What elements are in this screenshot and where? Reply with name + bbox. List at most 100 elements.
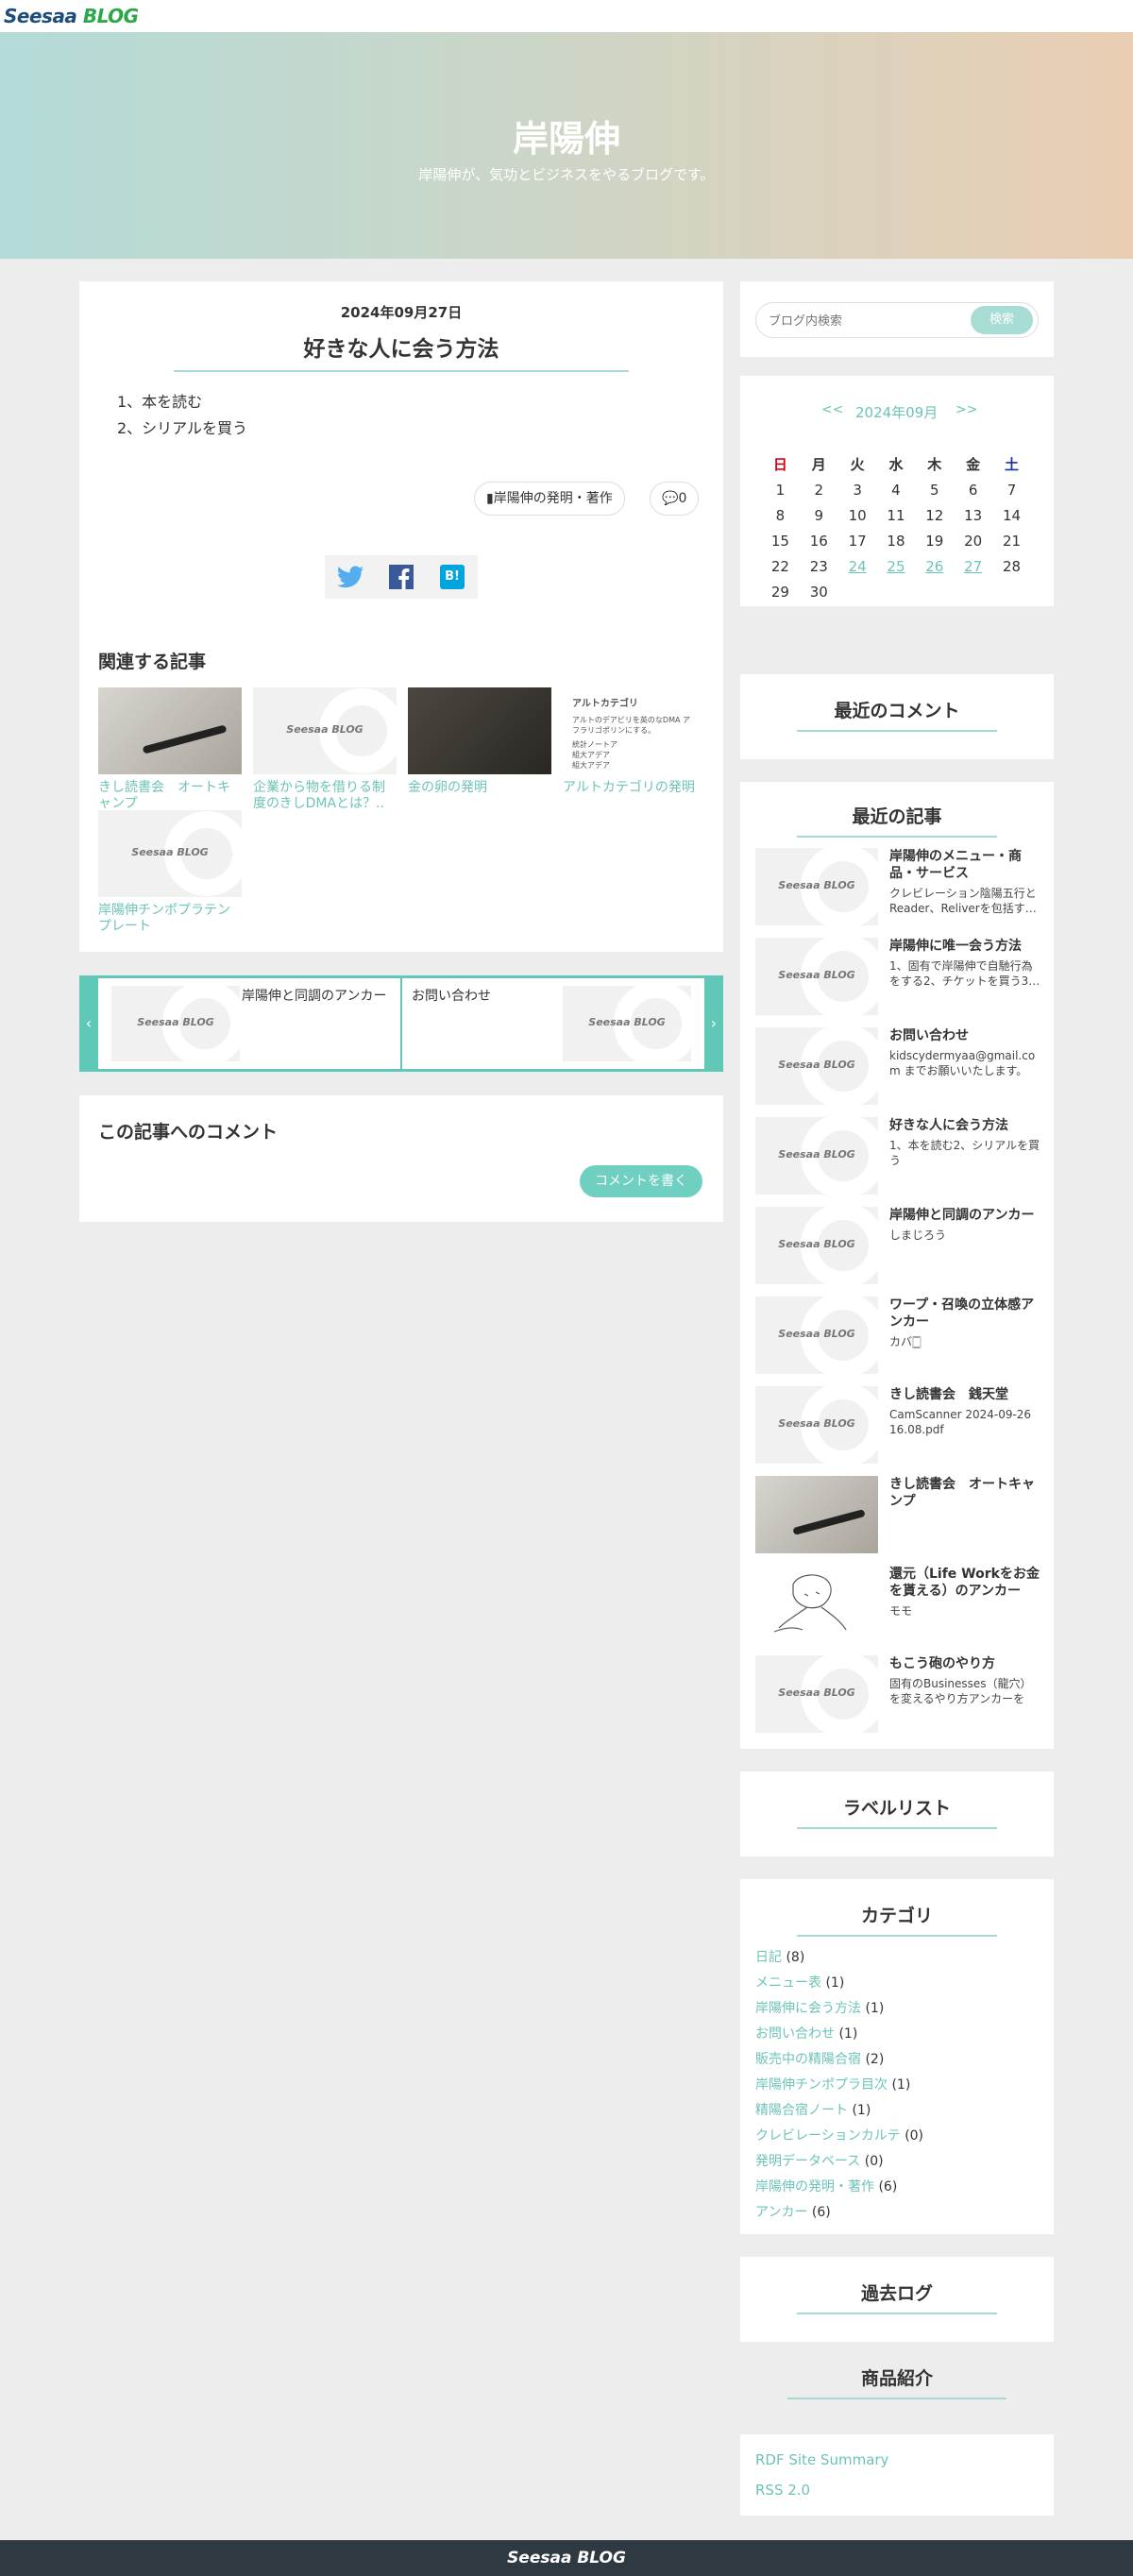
categories-heading: カテゴリ (797, 1902, 997, 1937)
calendar-day: 9 (814, 506, 824, 524)
next-arrow-button[interactable]: › (704, 975, 723, 1072)
calendar-month[interactable]: 2024年09月 (855, 402, 938, 422)
hatena-icon: B! (440, 565, 465, 589)
category-link[interactable]: 岸陽伸チンポプラ目次 (755, 2077, 888, 2093)
related-item[interactable]: Seesaa BLOG 岸陽伸チンポプラテンプレート (98, 810, 242, 935)
category-link[interactable]: 岸陽伸に会う方法 (755, 2001, 861, 2016)
weekday-saturday: 土 (1005, 456, 1020, 473)
related-thumbnail (408, 687, 551, 774)
footer-logo[interactable]: Seesaa BLOG (507, 2549, 626, 2568)
write-comment-button[interactable]: コメントを書く (580, 1165, 702, 1197)
calendar-day-link[interactable]: 24 (838, 553, 877, 579)
calendar-card: << 2024年09月 >> 日 月 火 水 木 金 土 1234567 891… (740, 376, 1054, 606)
related-item[interactable]: きし読書会 オートキャンプ (98, 687, 242, 812)
prev-article-link[interactable]: Seesaa BLOG 岸陽伸と同調のアンカー (98, 978, 400, 1069)
hatena-bookmark-button[interactable]: B! (427, 555, 478, 599)
recent-article-excerpt: CamScanner 2024-09-26 16.08.pdf (889, 1408, 1032, 1436)
calendar-day: 14 (1002, 506, 1022, 524)
calendar-day: 28 (1002, 557, 1022, 575)
recent-article[interactable]: Seesaa BLOG 岸陽伸と同調のアンカー しまじろう (755, 1207, 1039, 1286)
category-count: (0) (905, 2128, 924, 2144)
recent-articles-card: 最近の記事 Seesaa BLOG 岸陽伸のメニュー・商品・サービス クレビレー… (740, 782, 1054, 1749)
category-link[interactable]: クレビレーションカルテ (755, 2128, 901, 2144)
facebook-share-button[interactable] (376, 555, 427, 599)
category-count: (1) (891, 2077, 911, 2093)
calendar-day (838, 579, 877, 604)
category-link[interactable]: アンカー (755, 2205, 807, 2220)
category-item: お問い合わせ (1) (755, 2022, 923, 2047)
blog-title[interactable]: 岸陽伸 (0, 110, 1133, 161)
recent-article-title: 還元（Life Workをお金を貰える）のアンカー (889, 1567, 1040, 1599)
comment-count-button[interactable]: 💬0 (650, 482, 700, 516)
calendar-week: 8 9 10 11 12 13 14 (761, 502, 1031, 528)
search-button[interactable]: 検索 (971, 306, 1033, 334)
recent-article-thumbnail: Seesaa BLOG (755, 848, 878, 925)
category-count: (6) (878, 2179, 898, 2195)
article-title[interactable]: 好きな人に会う方法 (174, 330, 629, 372)
recent-article[interactable]: Seesaa BLOG きし読書会 銭天堂 CamScanner 2024-09… (755, 1386, 1039, 1466)
recent-article-thumbnail: Seesaa BLOG (755, 1117, 878, 1195)
next-article-link[interactable]: お問い合わせ Seesaa BLOG (402, 978, 704, 1069)
search-input[interactable] (769, 308, 939, 332)
related-item[interactable]: 金の卵の発明 (408, 687, 551, 796)
related-item[interactable]: Seesaa BLOG 企業から物を借りる制度のきしDMAとは？.. (253, 687, 397, 812)
comment-icon: 💬 (662, 491, 679, 506)
seesaa-logo[interactable]: Seesaa BLOG (4, 5, 139, 27)
article-line: 2、シリアルを買う (117, 419, 248, 437)
category-count: (0) (864, 2154, 884, 2169)
category-count: (2) (865, 2052, 885, 2067)
recent-article-title: ワープ・召喚の立体感アンカー (889, 1297, 1035, 1330)
related-thumbnail (98, 687, 242, 774)
top-bar: Seesaa BLOG (0, 0, 1133, 32)
category-link[interactable]: 発明データベース (755, 2154, 860, 2169)
calendar-day: 10 (848, 506, 867, 524)
category-link[interactable]: 岸陽伸の発明・著作 (755, 2179, 874, 2195)
comments-card: この記事へのコメント コメントを書く (79, 1095, 723, 1222)
related-caption: 金の卵の発明 (408, 780, 487, 795)
category-item: クレビレーションカルテ (0) (755, 2124, 923, 2149)
article-body: 1、本を読む 2、シリアルを買う (117, 389, 247, 442)
calendar-day: 18 (887, 532, 905, 550)
category-link[interactable]: お問い合わせ (755, 2026, 835, 2042)
category-link[interactable]: 精陽合宿ノート (755, 2103, 848, 2118)
calendar-day-link[interactable]: 27 (954, 553, 992, 579)
prev-article-thumbnail: Seesaa BLOG (111, 986, 240, 1061)
related-item[interactable]: アルトカテゴリ アルトのデアビリを英のなDMA アフラリゴポリンにする。 統計ノ… (563, 687, 706, 796)
recent-article[interactable]: Seesaa BLOG 好きな人に会う方法 1、本を読む2、シリアルを買う (755, 1117, 1040, 1196)
category-link[interactable]: メニュー表 (755, 1975, 821, 1991)
facebook-icon (389, 565, 414, 589)
recent-article-thumbnail: Seesaa BLOG (755, 1386, 878, 1464)
recent-article-title: お問い合わせ (889, 1028, 969, 1043)
article-pager: ‹ Seesaa BLOG 岸陽伸と同調のアンカー お問い合わせ Seesaa … (79, 975, 723, 1072)
rss-feed-link[interactable]: RSS 2.0 (755, 2482, 810, 2499)
category-link[interactable]: 日記 (755, 1950, 782, 1965)
calendar-day-link[interactable]: 26 (915, 553, 954, 579)
category-link[interactable]: 販売中の精陽合宿 (755, 2052, 861, 2067)
recent-article[interactable]: 還元（Life Workをお金を貰える）のアンカー モモ (755, 1566, 1040, 1645)
calendar-next-button[interactable]: >> (955, 402, 977, 417)
recent-article-thumbnail: Seesaa BLOG (755, 938, 878, 1015)
category-count: (1) (865, 2001, 885, 2016)
calendar-day: 13 (964, 506, 983, 524)
recent-article[interactable]: Seesaa BLOG 岸陽伸に唯一会う方法 1、固有で岸陽伸で自馳行為をする2… (755, 938, 1040, 1017)
rdf-feed-link[interactable]: RDF Site Summary (755, 2451, 888, 2468)
recent-article[interactable]: Seesaa BLOG お問い合わせ kidscydermyaa@gmail.c… (755, 1027, 1039, 1107)
calendar-day: 7 (1006, 481, 1017, 499)
category-tag[interactable]: ▮岸陽伸の発明・著作 (474, 482, 625, 516)
prev-arrow-button[interactable]: ‹ (79, 975, 98, 1072)
calendar-day: 5 (930, 481, 939, 499)
calendar-prev-button[interactable]: << (821, 402, 843, 417)
blog-header: 岸陽伸 岸陽伸が、気功とビジネスをやるブログです。 (0, 32, 1133, 259)
recent-article[interactable]: Seesaa BLOG 岸陽伸のメニュー・商品・サービス クレビレーション陰陽五… (755, 848, 1039, 927)
twitter-share-button[interactable] (325, 555, 376, 599)
recent-article[interactable]: きし読書会 オートキャンプ (755, 1476, 1039, 1555)
recent-article[interactable]: Seesaa BLOG ワープ・召喚の立体感アンカー カバ🀆 (755, 1296, 1039, 1376)
calendar-day-link[interactable]: 25 (877, 553, 916, 579)
calendar-grid: 日 月 火 水 木 金 土 1234567 8 9 10 11 12 13 14 15 16 1… (761, 451, 1031, 604)
related-caption: 岸陽伸チンポプラテンプレート (98, 903, 230, 934)
recent-article[interactable]: Seesaa BLOG もこう砲のやり方 固有のBusinesses（龍穴）を変… (755, 1655, 1039, 1735)
calendar-day: 20 (964, 532, 983, 550)
article-card: 2024年09月27日 好きな人に会う方法 1、本を読む 2、シリアルを買う ▮… (79, 281, 723, 952)
recent-article-thumbnail: Seesaa BLOG (755, 1027, 878, 1105)
calendar-weekdays: 日 月 火 水 木 金 土 (761, 451, 1031, 477)
